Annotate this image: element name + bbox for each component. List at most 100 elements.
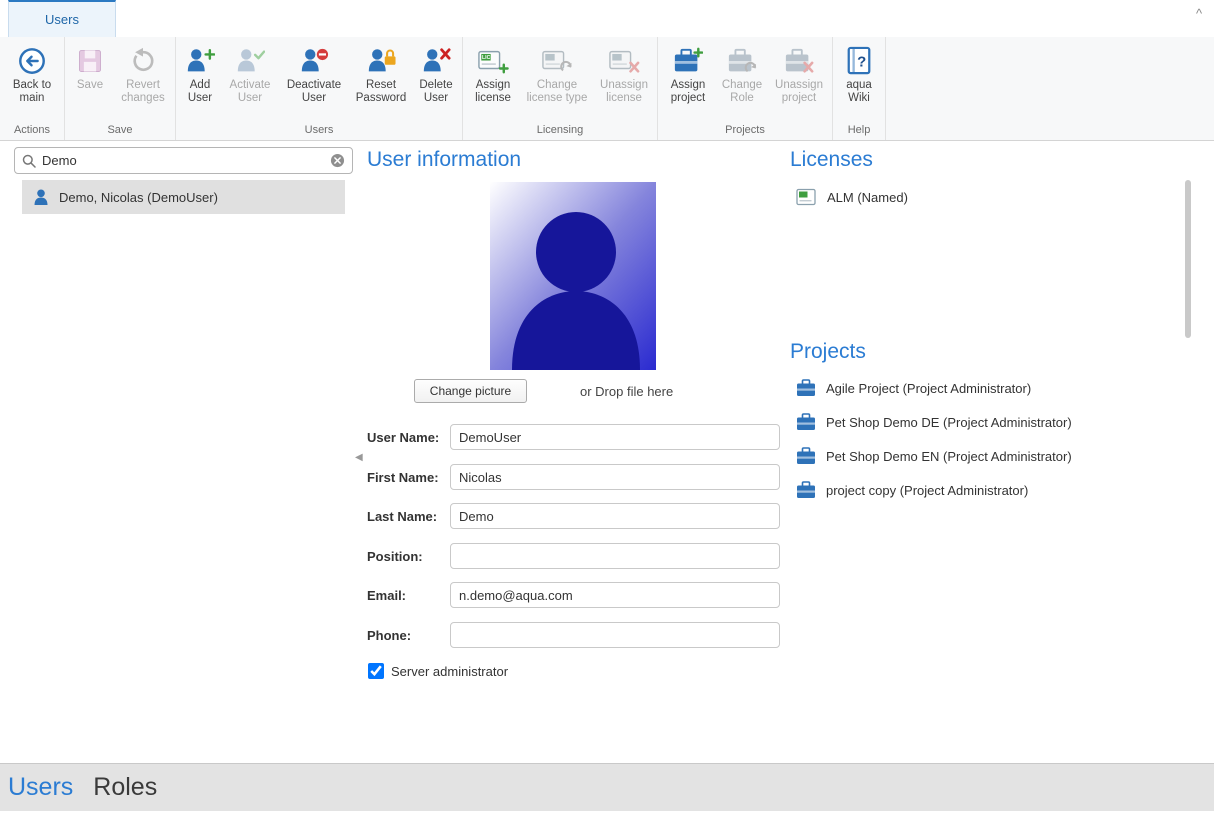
reset-password-button[interactable]: Reset Password xyxy=(350,40,412,123)
user-icon xyxy=(32,188,50,206)
project-item-label: Pet Shop Demo EN (Project Administrator) xyxy=(826,449,1072,464)
project-item-label: Agile Project (Project Administrator) xyxy=(826,381,1031,396)
ribbon-group-label: Projects xyxy=(658,123,832,140)
assign-license-icon: LIC xyxy=(477,43,509,79)
ribbon-group-label: Licensing xyxy=(463,123,657,140)
change-license-icon xyxy=(541,43,573,79)
ribbon-group-licensing: LIC Assign license xyxy=(463,37,658,140)
assign-project-icon xyxy=(673,43,703,79)
revert-changes-button[interactable]: Revert changes xyxy=(113,40,173,123)
button-label: Deactivate User xyxy=(280,79,348,105)
button-label: Reset Password xyxy=(352,79,410,105)
project-item[interactable]: Pet Shop Demo EN (Project Administrator) xyxy=(796,447,1072,465)
delete-user-icon xyxy=(421,43,451,79)
ribbon-group-label: Users xyxy=(176,123,462,140)
form-row-position: Position: xyxy=(367,543,780,569)
ribbon: Back to main Actions Save xyxy=(0,37,1214,141)
license-item[interactable]: ALM (Named) xyxy=(796,188,908,207)
unassign-project-button[interactable]: Unassign project xyxy=(768,40,830,123)
project-item[interactable]: Agile Project (Project Administrator) xyxy=(796,379,1031,397)
position-field[interactable] xyxy=(450,543,780,569)
svg-text:LIC: LIC xyxy=(482,55,491,61)
unassign-license-icon xyxy=(608,43,640,79)
button-label: aqua Wiki xyxy=(837,79,881,105)
assign-license-button[interactable]: LIC Assign license xyxy=(465,40,521,123)
assign-project-button[interactable]: Assign project xyxy=(660,40,716,123)
collapse-ribbon-icon[interactable]: ^ xyxy=(1190,6,1208,24)
save-button[interactable]: Save xyxy=(67,40,113,123)
add-user-icon xyxy=(185,43,215,79)
clear-search-icon[interactable] xyxy=(330,153,345,168)
deactivate-user-button[interactable]: Deactivate User xyxy=(278,40,350,123)
ribbon-group-users: Add User Activate User xyxy=(176,37,463,140)
change-license-type-button[interactable]: Change license type xyxy=(521,40,593,123)
deactivate-user-icon xyxy=(299,43,329,79)
last-name-field[interactable] xyxy=(450,503,780,529)
license-item-label: ALM (Named) xyxy=(827,190,908,205)
ribbon-group-label: Save xyxy=(65,123,175,140)
ribbon-group-label: Help xyxy=(833,123,885,140)
collapse-panel-icon[interactable]: ◀ xyxy=(355,452,363,463)
ribbon-group-projects: Assign project Change Role xyxy=(658,37,833,140)
email-label: Email: xyxy=(367,588,450,603)
activate-user-button[interactable]: Activate User xyxy=(222,40,278,123)
phone-field[interactable] xyxy=(450,622,780,648)
phone-label: Phone: xyxy=(367,628,450,643)
button-label: Unassign license xyxy=(595,79,653,105)
aqua-wiki-icon: ? xyxy=(845,43,873,79)
search-icon xyxy=(22,154,36,168)
change-role-button[interactable]: Change Role xyxy=(716,40,768,123)
add-user-button[interactable]: Add User xyxy=(178,40,222,123)
button-label: Change Role xyxy=(718,79,766,105)
bottom-tab-roles[interactable]: Roles xyxy=(93,773,157,802)
user-search-box xyxy=(14,147,353,174)
user-information-title: User information xyxy=(367,148,521,172)
button-label: Change license type xyxy=(523,79,591,105)
first-name-label: First Name: xyxy=(367,470,450,485)
user-name-label: User Name: xyxy=(367,430,450,445)
reset-password-icon xyxy=(366,43,396,79)
user-name-field[interactable] xyxy=(450,424,780,450)
server-admin-checkbox[interactable] xyxy=(368,663,384,679)
last-name-label: Last Name: xyxy=(367,509,450,524)
button-label: Add User xyxy=(180,79,220,105)
project-item[interactable]: Pet Shop Demo DE (Project Administrator) xyxy=(796,413,1072,431)
aqua-wiki-button[interactable]: ? aqua Wiki xyxy=(835,40,883,123)
form-row-last-name: Last Name: xyxy=(367,503,780,529)
bottom-tab-users[interactable]: Users xyxy=(8,773,73,802)
project-icon xyxy=(796,447,816,465)
ribbon-group-label: Actions xyxy=(0,123,64,140)
ribbon-group-actions: Back to main Actions xyxy=(0,37,65,140)
button-label: Back to main xyxy=(4,79,60,105)
form-row-user-name: User Name: xyxy=(367,424,780,450)
user-list-item[interactable]: Demo, Nicolas (DemoUser) xyxy=(22,180,345,214)
button-label: Assign license xyxy=(467,79,519,105)
project-icon xyxy=(796,481,816,499)
activate-user-icon xyxy=(235,43,265,79)
change-role-icon xyxy=(727,43,757,79)
licenses-title: Licenses xyxy=(790,148,873,172)
back-to-main-button[interactable]: Back to main xyxy=(2,40,62,123)
vertical-scrollbar[interactable] xyxy=(1185,180,1191,338)
button-label: Save xyxy=(77,79,103,92)
save-icon xyxy=(76,43,104,79)
change-picture-button[interactable]: Change picture xyxy=(414,379,527,403)
project-item[interactable]: project copy (Project Administrator) xyxy=(796,481,1028,499)
form-row-email: Email: xyxy=(367,582,780,608)
delete-user-button[interactable]: Delete User xyxy=(412,40,460,123)
user-avatar xyxy=(490,182,656,370)
unassign-license-button[interactable]: Unassign license xyxy=(593,40,655,123)
projects-title: Projects xyxy=(790,340,866,364)
form-row-phone: Phone: xyxy=(367,622,780,648)
first-name-field[interactable] xyxy=(450,464,780,490)
user-list-item-label: Demo, Nicolas (DemoUser) xyxy=(59,190,218,205)
unassign-project-icon xyxy=(784,43,814,79)
search-input[interactable] xyxy=(42,153,324,168)
project-icon xyxy=(796,379,816,397)
user-list: Demo, Nicolas (DemoUser) xyxy=(22,180,345,214)
tab-users[interactable]: Users xyxy=(8,0,116,37)
svg-text:?: ? xyxy=(857,54,866,71)
project-item-label: project copy (Project Administrator) xyxy=(826,483,1028,498)
button-label: Delete User xyxy=(414,79,458,105)
email-field[interactable] xyxy=(450,582,780,608)
